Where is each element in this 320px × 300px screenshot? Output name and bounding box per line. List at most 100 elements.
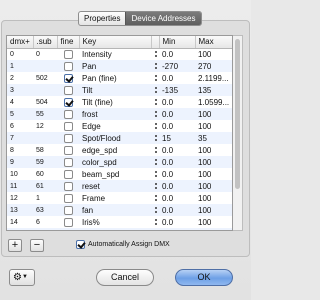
key-cell[interactable]: Pan (fine) (79, 72, 151, 84)
fine-checkbox[interactable] (63, 217, 73, 227)
key-cell[interactable]: beam_spd (79, 168, 151, 180)
drag-handle-icon[interactable] (153, 122, 159, 131)
min-cell[interactable]: 0.0 (159, 204, 195, 216)
scrollbar-thumb[interactable] (235, 39, 240, 189)
table-row[interactable]: 5 55 frost 0.0 100 (7, 108, 232, 120)
sub-cell[interactable]: 61 (33, 180, 57, 192)
max-cell[interactable]: 100 (195, 180, 232, 192)
table-row[interactable]: 6 12 Edge 0.0 100 (7, 120, 232, 132)
sub-cell[interactable]: 6 (33, 216, 57, 228)
dmx-cell[interactable]: 0 (7, 48, 33, 60)
dmx-cell[interactable]: 3 (7, 84, 33, 96)
fine-checkbox[interactable] (63, 85, 73, 95)
sub-cell[interactable]: 63 (33, 204, 57, 216)
add-row-button[interactable]: + (8, 239, 22, 252)
key-cell[interactable]: Frame (79, 192, 151, 204)
col-header-sub[interactable]: .sub (33, 36, 58, 49)
dmx-cell[interactable]: 15 (7, 228, 33, 230)
fine-checkbox[interactable] (63, 169, 73, 179)
key-cell[interactable] (79, 228, 151, 230)
drag-handle-icon[interactable] (153, 86, 159, 95)
key-cell[interactable]: color_spd (79, 156, 151, 168)
sub-cell[interactable]: 12 (33, 120, 57, 132)
min-cell[interactable]: 15 (159, 132, 195, 144)
col-header-key[interactable]: Key (79, 36, 152, 49)
fine-checkbox[interactable] (63, 61, 73, 71)
drag-handle-icon[interactable] (153, 218, 159, 227)
max-cell[interactable] (195, 228, 232, 230)
sub-cell[interactable]: 60 (33, 168, 57, 180)
table-vertical-scrollbar[interactable] (233, 35, 243, 231)
fine-checkbox[interactable] (63, 121, 73, 131)
table-row[interactable]: 15 (7, 228, 232, 230)
min-cell[interactable]: 0.0 (159, 108, 195, 120)
max-cell[interactable]: 100 (195, 144, 232, 156)
max-cell[interactable]: 100 (195, 192, 232, 204)
min-cell[interactable]: 0.0 (159, 72, 195, 84)
min-cell[interactable]: -135 (159, 84, 195, 96)
key-cell[interactable]: frost (79, 108, 151, 120)
sub-cell[interactable]: 55 (33, 108, 57, 120)
key-cell[interactable]: Intensity (79, 48, 151, 60)
fine-checkbox[interactable] (63, 49, 73, 59)
sub-cell[interactable] (33, 60, 57, 72)
col-header-dmx[interactable]: dmx+ (7, 36, 34, 49)
max-cell[interactable]: 100 (195, 48, 232, 60)
cancel-button[interactable]: Cancel (96, 269, 154, 286)
table-row[interactable]: 9 59 color_spd 0.0 100 (7, 156, 232, 168)
table-row[interactable]: 10 60 beam_spd 0.0 100 (7, 168, 232, 180)
fine-checkbox[interactable] (63, 205, 73, 215)
tab-device-addresses[interactable]: Device Addresses (125, 12, 201, 25)
fine-checkbox[interactable] (63, 109, 73, 119)
auto-assign-dmx-option[interactable]: Automatically Assign DMX (76, 240, 170, 249)
max-cell[interactable]: 100 (195, 216, 232, 228)
min-cell[interactable]: 0.0 (159, 48, 195, 60)
max-cell[interactable]: 270 (195, 60, 232, 72)
table-row[interactable]: 1 Pan -270 270 (7, 60, 232, 72)
sub-cell[interactable]: 1 (33, 192, 57, 204)
drag-handle-icon[interactable] (153, 110, 159, 119)
key-cell[interactable]: Tilt (fine) (79, 96, 151, 108)
key-cell[interactable]: Edge (79, 120, 151, 132)
max-cell[interactable]: 2.1199... (195, 72, 232, 84)
min-cell[interactable]: -270 (159, 60, 195, 72)
fine-checkbox[interactable] (63, 133, 73, 143)
col-header-min[interactable]: Min (159, 36, 196, 49)
min-cell[interactable]: 0.0 (159, 192, 195, 204)
max-cell[interactable]: 1.0599... (195, 96, 232, 108)
fine-checkbox[interactable] (63, 97, 73, 107)
ok-button[interactable]: OK (175, 269, 233, 286)
table-row[interactable]: 8 58 edge_spd 0.0 100 (7, 144, 232, 156)
key-cell[interactable]: fan (79, 204, 151, 216)
min-cell[interactable] (159, 228, 195, 230)
dmx-cell[interactable]: 14 (7, 216, 33, 228)
key-cell[interactable]: Spot/Flood (79, 132, 151, 144)
dmx-cell[interactable]: 10 (7, 168, 33, 180)
drag-handle-icon[interactable] (153, 194, 159, 203)
table-row[interactable]: 4 504 Tilt (fine) 0.0 1.0599... (7, 96, 232, 108)
drag-handle-icon[interactable] (153, 50, 159, 59)
drag-handle-icon[interactable] (153, 74, 159, 83)
col-header-max[interactable]: Max (195, 36, 232, 49)
max-cell[interactable]: 35 (195, 132, 232, 144)
tab-properties[interactable]: Properties (79, 12, 125, 25)
dmx-cell[interactable]: 12 (7, 192, 33, 204)
drag-handle-icon[interactable] (153, 146, 159, 155)
key-cell[interactable]: Tilt (79, 84, 151, 96)
drag-handle-icon[interactable] (153, 134, 159, 143)
table-row[interactable]: 2 502 Pan (fine) 0.0 2.1199... (7, 72, 232, 84)
drag-handle-icon[interactable] (153, 206, 159, 215)
table-row[interactable]: 0 0 Intensity 0.0 100 (7, 48, 232, 60)
sub-cell[interactable] (33, 84, 57, 96)
min-cell[interactable]: 0.0 (159, 156, 195, 168)
table-row[interactable]: 14 6 Iris% 0.0 100 (7, 216, 232, 228)
remove-row-button[interactable]: − (30, 239, 44, 252)
min-cell[interactable]: 0.0 (159, 216, 195, 228)
min-cell[interactable]: 0.0 (159, 96, 195, 108)
key-cell[interactable]: edge_spd (79, 144, 151, 156)
dmx-cell[interactable]: 5 (7, 108, 33, 120)
dmx-cell[interactable]: 2 (7, 72, 33, 84)
min-cell[interactable]: 0.0 (159, 120, 195, 132)
dmx-cell[interactable]: 8 (7, 144, 33, 156)
max-cell[interactable]: 100 (195, 204, 232, 216)
